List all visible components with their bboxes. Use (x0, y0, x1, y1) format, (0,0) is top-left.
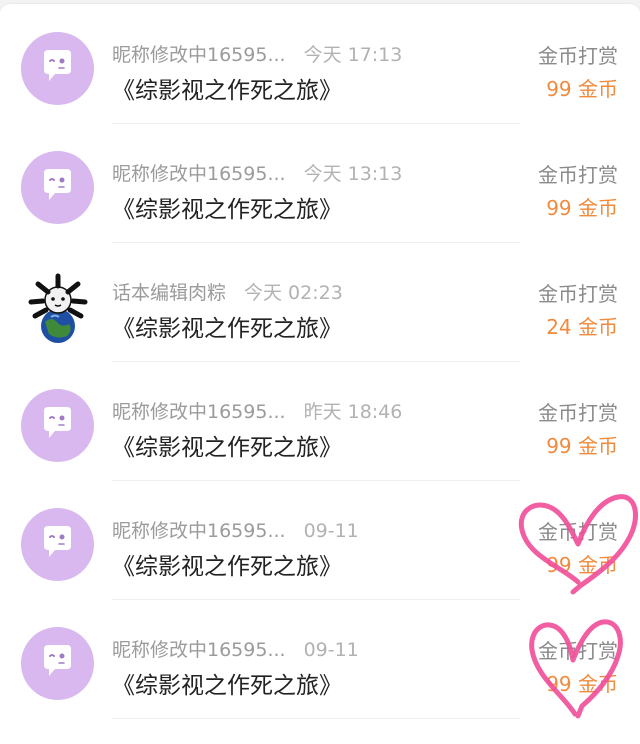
reward-type-label: 金币打赏 (538, 520, 618, 544)
chat-bubble-icon (44, 645, 71, 676)
reward-type-label: 金币打赏 (538, 639, 618, 663)
chat-bubble-icon (44, 50, 71, 81)
globe-character-icon (28, 273, 88, 343)
list-item[interactable]: 昵称修改中16595... 昨天 18:46 《综影视之作死之旅》 金币打赏 99… (0, 362, 640, 481)
avatar[interactable] (21, 270, 94, 343)
reward-type-label: 金币打赏 (538, 163, 618, 187)
timestamp: 今天 13:13 (303, 163, 403, 185)
timestamp: 昨天 18:46 (303, 401, 403, 423)
nickname[interactable]: 昵称修改中16595... (112, 163, 286, 185)
book-title[interactable]: 《综影视之作死之旅》 (112, 71, 342, 105)
chat-bubble-icon (44, 169, 71, 200)
reward-amount: 99 金币 (546, 434, 618, 458)
avatar[interactable] (21, 389, 94, 462)
list-item[interactable]: 昵称修改中16595... 今天 13:13 《综影视之作死之旅》 金币打赏 99… (0, 124, 640, 243)
reward-amount: 24 金币 (546, 315, 618, 339)
chat-bubble-icon (44, 407, 71, 438)
reward-type-label: 金币打赏 (538, 401, 618, 425)
timestamp: 09-11 (303, 639, 359, 661)
list-item[interactable]: 话本编辑肉粽 今天 02:23 《综影视之作死之旅》 金币打赏 24 金币 (0, 243, 640, 362)
reward-amount: 99 金币 (546, 77, 618, 101)
nickname[interactable]: 昵称修改中16595... (112, 44, 286, 66)
list-item[interactable]: 昵称修改中16595... 09-11 《综影视之作死之旅》 金币打赏 99 金币 (0, 481, 640, 600)
reward-type-label: 金币打赏 (538, 44, 618, 68)
nickname[interactable]: 昵称修改中16595... (112, 639, 286, 661)
book-title[interactable]: 《综影视之作死之旅》 (112, 547, 342, 581)
reward-amount: 99 金币 (546, 196, 618, 220)
book-title[interactable]: 《综影视之作死之旅》 (112, 666, 342, 700)
avatar[interactable] (21, 151, 94, 224)
book-title[interactable]: 《综影视之作死之旅》 (112, 428, 342, 462)
book-title[interactable]: 《综影视之作死之旅》 (112, 309, 342, 343)
avatar[interactable] (21, 32, 94, 105)
avatar[interactable] (21, 627, 94, 700)
timestamp: 09-11 (303, 520, 359, 542)
list-item[interactable]: 昵称修改中16595... 今天 17:13 《综影视之作死之旅》 金币打赏 99… (0, 5, 640, 124)
nickname[interactable]: 昵称修改中16595... (112, 520, 286, 542)
timestamp: 今天 02:23 (244, 282, 343, 304)
list-item[interactable]: 昵称修改中16595... 09-11 《综影视之作死之旅》 金币打赏 99 金币 (0, 600, 640, 719)
reward-amount: 99 金币 (546, 553, 618, 577)
reward-type-label: 金币打赏 (538, 282, 618, 306)
avatar[interactable] (21, 508, 94, 581)
nickname[interactable]: 昵称修改中16595... (112, 401, 286, 423)
reward-amount: 99 金币 (546, 672, 618, 696)
chat-bubble-icon (44, 526, 71, 557)
nickname[interactable]: 话本编辑肉粽 (112, 282, 226, 304)
book-title[interactable]: 《综影视之作死之旅》 (112, 190, 342, 224)
timestamp: 今天 17:13 (303, 44, 403, 66)
